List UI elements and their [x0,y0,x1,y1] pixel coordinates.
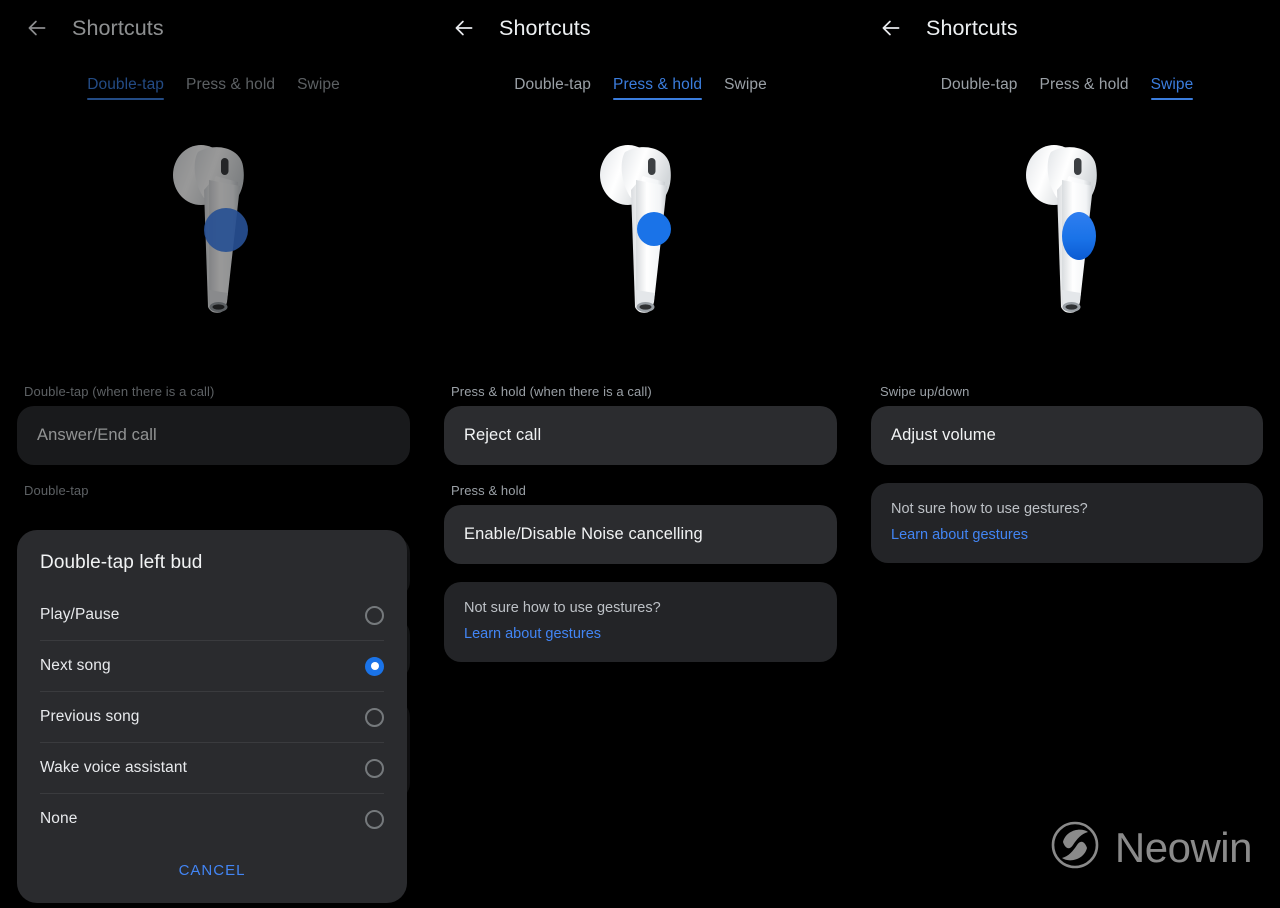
settings-body: Double-tap (when there is a call) Answer… [0,384,427,498]
earbud-illustration-press-hold [427,100,854,370]
panel-double-tap: Shortcuts Double-tap Press & hold Swipe [0,0,427,908]
neowin-wordmark: Neowin [1114,823,1253,871]
option-previous-song[interactable]: Previous song [40,692,384,743]
settings-body: Press & hold (when there is a call) Reje… [427,384,854,662]
arrow-left-icon [451,15,477,41]
radio-button-selected[interactable] [365,656,384,676]
radio-button[interactable] [365,809,384,829]
option-wake-voice-assistant[interactable]: Wake voice assistant [40,743,384,794]
learn-about-gestures-link[interactable]: Learn about gestures [464,626,817,642]
page-title: Shortcuts [72,15,164,40]
app-bar: Shortcuts [427,0,854,56]
double-tap-left-bud-dialog: Double-tap left bud Play/Pause Next song… [17,530,407,903]
tab-bar: Double-tap Press & hold Swipe [427,70,854,100]
gestures-help-question: Not sure how to use gestures? [891,501,1088,517]
touch-highlight [203,208,248,252]
option-label: Wake voice assistant [40,759,188,776]
option-label: Play/Pause [40,606,120,623]
setting-value: Enable/Disable Noise cancelling [464,525,703,543]
radio-button[interactable] [365,605,384,625]
page-title: Shortcuts [499,15,591,40]
setting-row-press-hold-call[interactable]: Reject call [444,406,837,465]
app-bar: Shortcuts [854,0,1280,56]
earbud-graphic [172,145,248,313]
cancel-button[interactable]: CANCEL [179,862,246,879]
panel-swipe: Shortcuts Double-tap Press & hold Swipe [854,0,1280,908]
gestures-help-card: Not sure how to use gestures? Learn abou… [871,483,1263,563]
app-bar: Shortcuts [0,0,427,56]
gestures-help-question: Not sure how to use gestures? [464,600,661,616]
section-label-swipe: Swipe up/down [880,384,970,399]
touch-highlight [636,212,671,246]
option-label: Previous song [40,708,140,725]
page-title: Shortcuts [926,15,1018,40]
option-label: Next song [40,657,111,674]
radio-button[interactable] [365,707,384,727]
setting-row-press-hold[interactable]: Enable/Disable Noise cancelling [444,505,837,564]
neowin-logo-icon [1051,821,1099,874]
gestures-help-card: Not sure how to use gestures? Learn abou… [444,582,837,662]
back-button[interactable] [22,13,52,43]
option-play-pause[interactable]: Play/Pause [40,590,384,641]
settings-body: Swipe up/down Adjust volume Not sure how… [854,384,1280,563]
tab-double-tap[interactable]: Double-tap [87,76,164,100]
tab-press-hold[interactable]: Press & hold [1040,76,1129,100]
screenshot-collage: Shortcuts Double-tap Press & hold Swipe [0,0,1280,908]
setting-value: Answer/End call [37,426,157,444]
section-label-call: Double-tap (when there is a call) [24,384,215,399]
setting-row-swipe-up-down[interactable]: Adjust volume [871,406,1263,465]
dialog-actions: CANCEL [17,844,407,899]
touch-highlight [1062,212,1096,260]
earbud-illustration-swipe [854,100,1280,370]
option-none[interactable]: None [40,794,384,844]
radio-button[interactable] [365,758,384,778]
dialog-option-list: Play/Pause Next song Previous song Wake … [17,590,407,844]
option-next-song[interactable]: Next song [40,641,384,692]
back-button[interactable] [449,13,479,43]
section-label-double-tap: Double-tap [24,483,89,498]
arrow-left-icon [878,15,904,41]
tab-double-tap[interactable]: Double-tap [514,76,591,100]
learn-about-gestures-link[interactable]: Learn about gestures [891,527,1243,543]
section-label-press-hold: Press & hold [451,483,526,498]
setting-row-double-tap-call[interactable]: Answer/End call [17,406,410,465]
tab-press-hold[interactable]: Press & hold [186,76,275,100]
setting-value: Adjust volume [891,426,996,444]
earbud-graphic [599,145,671,313]
tab-press-hold[interactable]: Press & hold [613,76,703,100]
earbud-illustration-double-tap [0,100,427,370]
arrow-left-icon [24,15,50,41]
earbud-graphic [1026,145,1097,313]
tab-bar: Double-tap Press & hold Swipe [854,70,1280,100]
tab-swipe[interactable]: Swipe [1150,76,1194,100]
tab-swipe[interactable]: Swipe [724,76,767,100]
tab-swipe[interactable]: Swipe [297,76,340,100]
setting-value: Reject call [464,426,542,444]
neowin-watermark: Neowin [1051,821,1253,874]
panel-press-hold: Shortcuts Double-tap Press & hold Swipe [427,0,854,908]
back-button[interactable] [876,13,906,43]
section-label-call: Press & hold (when there is a call) [451,384,652,399]
tab-double-tap[interactable]: Double-tap [941,76,1018,100]
dialog-title: Double-tap left bud [40,552,203,573]
option-label: None [40,810,78,827]
tab-bar: Double-tap Press & hold Swipe [0,70,427,100]
